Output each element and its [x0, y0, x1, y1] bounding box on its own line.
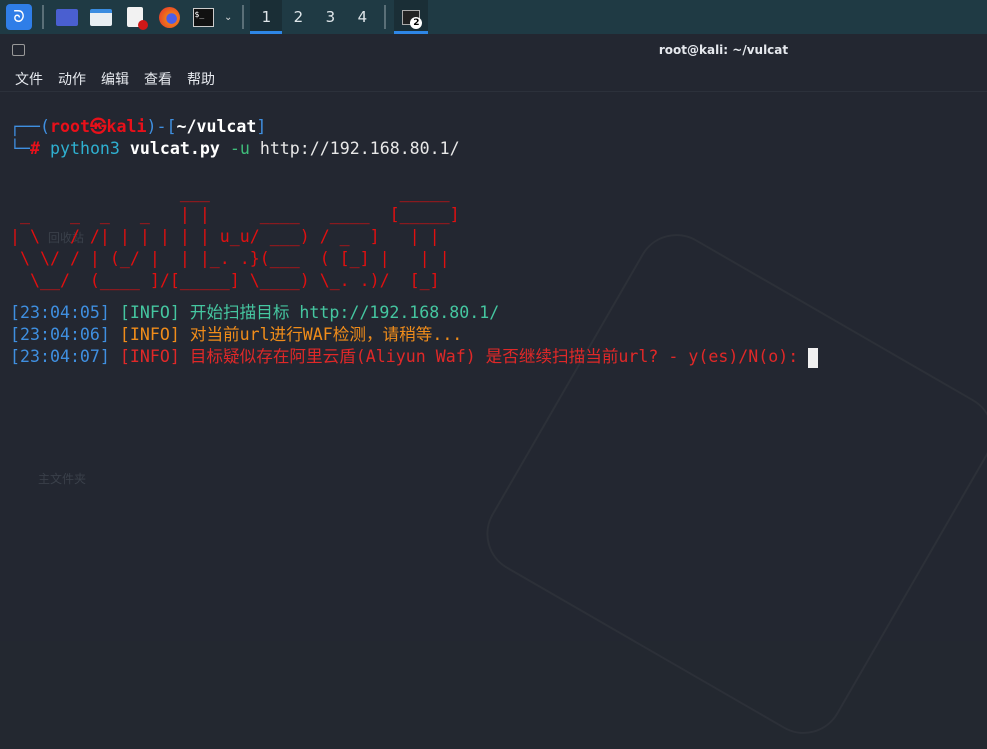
terminal-output[interactable]: ┌──(root㉿kali)-[~/vulcat] └─# python3 vul…: [10, 116, 819, 368]
workspace-1[interactable]: 1: [250, 0, 283, 34]
window-title: root@kali: ~/vulcat: [658, 43, 789, 57]
text-cursor: [808, 347, 819, 368]
command-url: http://192.168.80.1/: [259, 139, 460, 158]
prompt-line-1: ┌──(root㉿kali)-[~/vulcat]: [10, 117, 267, 136]
log-message: 对当前url进行WAF检测，请稍等...: [189, 325, 463, 344]
banner-line: \ \/ / | (_/ | | |_. .}(___ ( [_] | | |: [10, 249, 450, 268]
chevron-down-icon[interactable]: ⌄: [224, 12, 232, 23]
window-count-badge: 2: [410, 17, 423, 29]
desktop-icon-home[interactable]: 主文件夹: [38, 470, 86, 487]
title-bar: root@kali: ~/vulcat: [0, 34, 987, 66]
prompt-user: root: [49, 117, 90, 136]
command: python3: [49, 139, 120, 158]
prompt-symbol: #: [29, 139, 40, 158]
log-line: [23:04:06] [INFO] 对当前url进行WAF检测，请稍等...: [10, 324, 818, 346]
show-desktop-icon[interactable]: [54, 4, 80, 30]
divider: [384, 5, 387, 29]
divider: [42, 5, 44, 29]
file-manager-icon[interactable]: [88, 4, 114, 30]
log-message: 目标疑似存在阿里云盾(Aliyun Waf) 是否继续扫描当前url? - y(…: [189, 347, 799, 366]
log-time: [23:04:07]: [10, 347, 110, 366]
log-level: [INFO]: [119, 303, 180, 322]
menu-view[interactable]: 查看: [144, 69, 172, 89]
prompt-host: kali: [106, 117, 147, 136]
prompt-dir: ~/vulcat: [176, 117, 257, 136]
menu-bar: 文件 动作 编辑 查看 帮助: [0, 66, 987, 92]
banner-line: | \ / /| | | | | | u_u/ ___) / _ ] | |: [10, 227, 440, 246]
text-editor-icon[interactable]: [122, 4, 148, 30]
log-message: 开始扫描目标 http://192.168.80.1/: [189, 303, 500, 322]
menu-help[interactable]: 帮助: [187, 69, 215, 89]
log-line: [23:04:05] [INFO] 开始扫描目标 http://192.168.…: [10, 302, 818, 324]
divider: [242, 5, 245, 29]
log-time: [23:04:06]: [10, 325, 110, 344]
terminal-window: 回收站 主文件夹 root@kali: ~/vulcat 文件 动作 编辑 查看…: [0, 34, 987, 749]
command-flag: -u: [229, 139, 250, 158]
terminal-icon[interactable]: $_: [190, 4, 216, 30]
banner-line: _ _ _ _ | | ____ ____ [_____]: [10, 205, 460, 224]
workspace-2[interactable]: 2: [282, 0, 314, 34]
log-level: [INFO]: [119, 347, 180, 366]
log-time: [23:04:05]: [10, 303, 110, 322]
log-line: [23:04:07] [INFO] 目标疑似存在阿里云盾(Aliyun Waf)…: [10, 346, 819, 368]
workspace-3[interactable]: 3: [314, 0, 346, 34]
menu-action[interactable]: 动作: [58, 69, 86, 89]
log-level: [INFO]: [119, 325, 180, 344]
terminal-task-button[interactable]: 2: [394, 0, 429, 34]
firefox-icon[interactable]: [156, 4, 182, 30]
ascii-banner: ___ _____ _ _ _ _ | | ____ ____ [_____] |…: [10, 182, 818, 292]
taskbar: ᘐ $_ ⌄ 1 2 3 4 2: [0, 0, 987, 34]
kali-menu-icon[interactable]: ᘐ: [6, 4, 32, 30]
menu-edit[interactable]: 编辑: [101, 69, 129, 89]
banner-line: \__/ (____ ]/[_____] \____) \_. .)/ [_]: [10, 271, 440, 290]
prompt-line-2: └─# python3 vulcat.py -u http://192.168.…: [10, 139, 460, 158]
menu-file[interactable]: 文件: [15, 69, 43, 89]
script-name: vulcat.py: [129, 139, 220, 158]
banner-line: ___ _____: [10, 183, 450, 202]
workspace-4[interactable]: 4: [346, 0, 378, 34]
